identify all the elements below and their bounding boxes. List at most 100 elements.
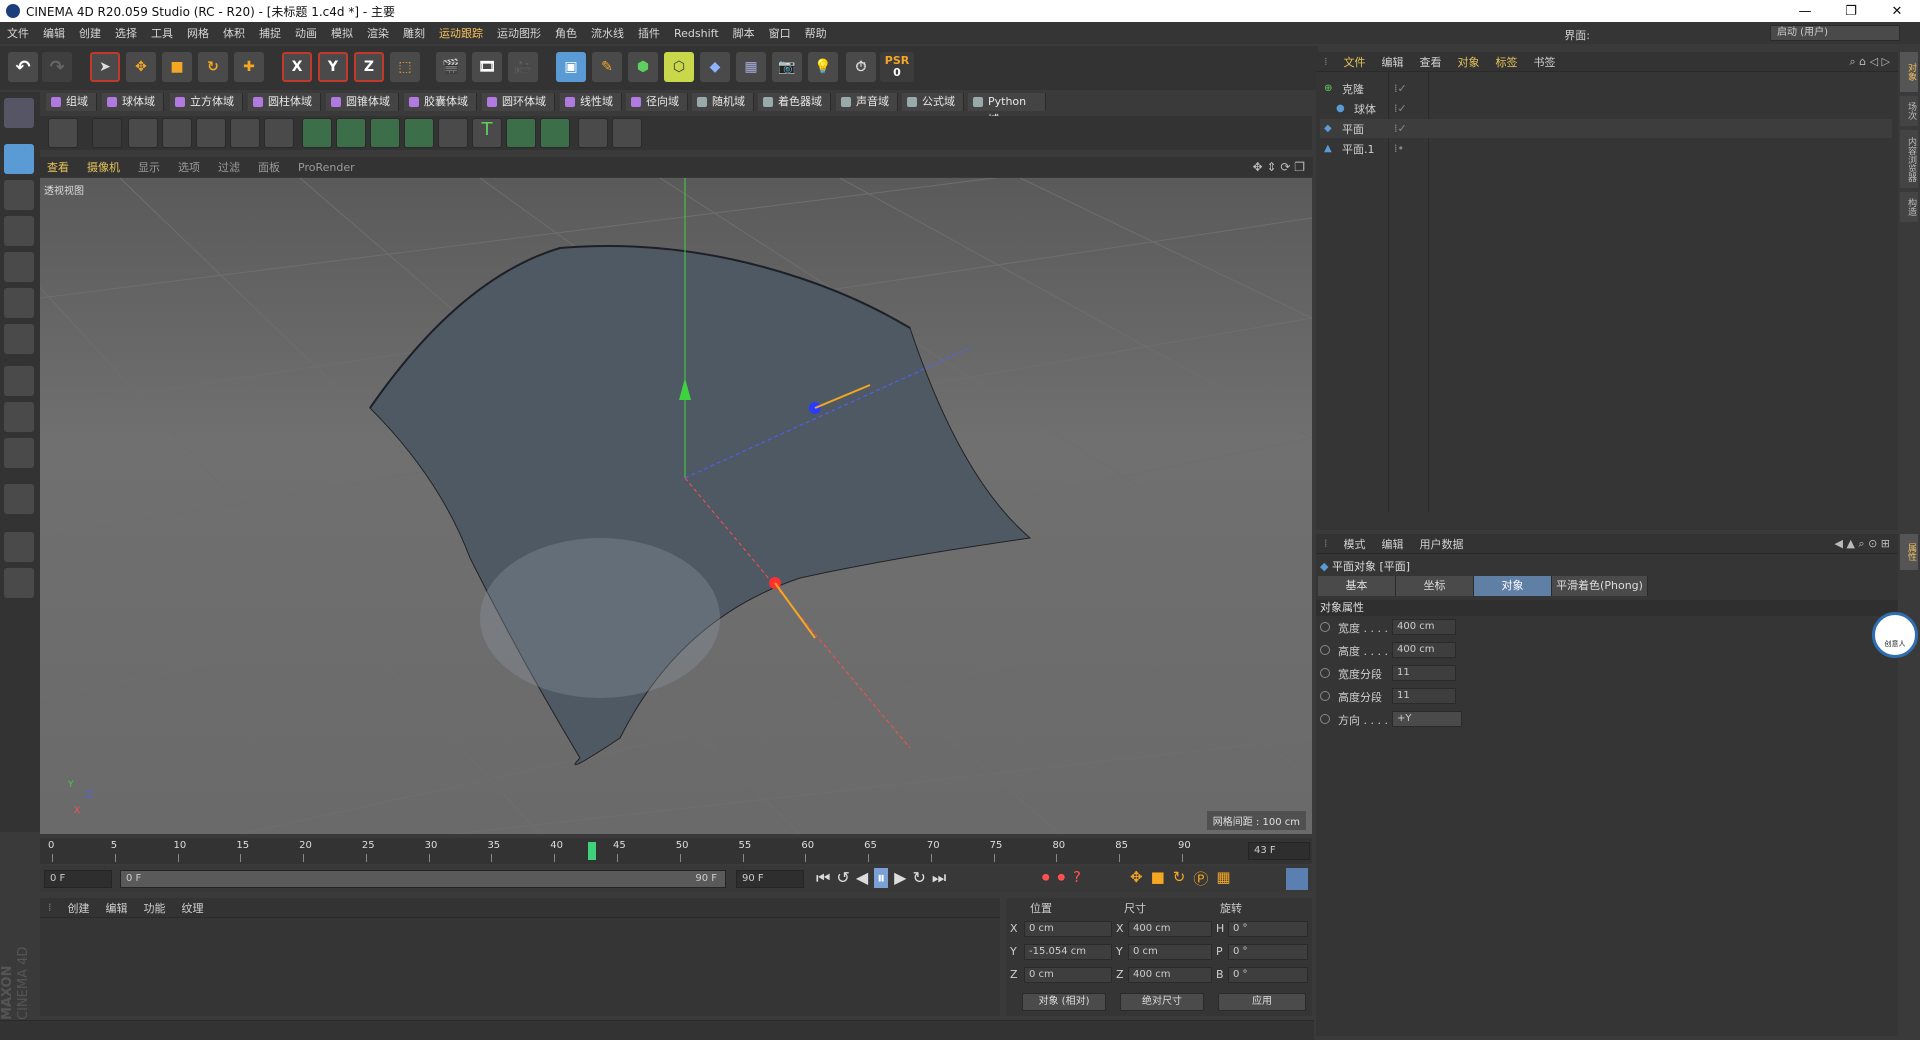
height-segments-field[interactable]: 11: [1392, 688, 1456, 704]
undo-icon[interactable]: ↶: [8, 52, 38, 82]
menu-select[interactable]: 选择: [108, 25, 144, 41]
side-tab-attributes[interactable]: 属性: [1900, 534, 1918, 570]
viewport-menu-cameras[interactable]: 摄像机: [78, 159, 129, 175]
obj-menu-edit[interactable]: 编辑: [1374, 54, 1412, 70]
menu-edit[interactable]: 编辑: [36, 25, 72, 41]
object-visibility-icon[interactable]: ⁞✓: [1394, 82, 1407, 95]
apply-button[interactable]: 应用: [1218, 993, 1306, 1011]
redo-icon[interactable]: ↷: [42, 52, 72, 82]
height-anim-dot[interactable]: [1320, 645, 1330, 655]
frame-range-slider[interactable]: 0 F 90 F: [120, 870, 726, 888]
live-select-icon[interactable]: [162, 118, 192, 148]
viewport-menu-filter[interactable]: 过滤: [209, 159, 249, 175]
menu-character[interactable]: 角色: [548, 25, 584, 41]
spline-icon[interactable]: [438, 118, 468, 148]
solo-icon[interactable]: [4, 438, 34, 468]
pen-icon[interactable]: ✎: [592, 52, 622, 82]
current-frame-field[interactable]: 43 F: [1248, 842, 1310, 860]
polygons-icon[interactable]: [4, 324, 34, 354]
object-row-cloner[interactable]: ⊕ 克隆 ⁞✓: [1320, 79, 1892, 98]
field-cylinder[interactable]: 圆柱体域: [248, 93, 321, 111]
menu-mograph[interactable]: 运动图形: [490, 25, 548, 41]
bridge-icon[interactable]: [404, 118, 434, 148]
make-editable-icon[interactable]: [4, 144, 34, 174]
height-segments-anim-dot[interactable]: [1320, 691, 1330, 701]
transform-icon[interactable]: ✚: [234, 52, 264, 82]
minimize-button[interactable]: —: [1782, 0, 1828, 22]
deformed-plane-mesh[interactable]: [369, 245, 1032, 766]
layout-select[interactable]: 启动 (用户): [1770, 25, 1900, 41]
extrude-nurbs-icon[interactable]: [506, 118, 536, 148]
bevel-icon[interactable]: [336, 118, 366, 148]
polygons-mode-icon[interactable]: [264, 118, 294, 148]
render-picture-viewer-icon[interactable]: 🎞: [472, 52, 502, 82]
deformer-icon[interactable]: ◆: [700, 52, 730, 82]
next-key-icon[interactable]: ↻: [912, 868, 925, 888]
field-sound[interactable]: 声音域: [836, 93, 898, 111]
obj-menu-bookmarks[interactable]: 书签: [1526, 54, 1564, 70]
timeline-toggle-icon[interactable]: [1286, 868, 1308, 890]
key-pla-icon[interactable]: ▦: [1216, 868, 1230, 889]
edges-mode-icon[interactable]: [230, 118, 260, 148]
text-icon[interactable]: T: [472, 118, 502, 148]
menu-pipeline[interactable]: 流水线: [584, 25, 631, 41]
viewport-menu-options[interactable]: 选项: [169, 159, 209, 175]
prev-frame-icon[interactable]: ◀: [856, 868, 868, 888]
coord-size-x-field[interactable]: 400 cm: [1128, 921, 1212, 937]
material-menu-edit[interactable]: 编辑: [98, 900, 136, 916]
play-pause-icon[interactable]: ⏸: [874, 868, 889, 888]
width-anim-dot[interactable]: [1320, 622, 1330, 632]
keyframe-selection-icon[interactable]: ?: [1073, 868, 1081, 886]
menu-file[interactable]: 文件: [0, 25, 36, 41]
edges-icon[interactable]: [4, 288, 34, 318]
viewport-menu-display[interactable]: 显示: [129, 159, 169, 175]
coord-size-z-field[interactable]: 400 cm: [1128, 967, 1212, 983]
axis-mode-icon[interactable]: [4, 366, 34, 396]
menu-help[interactable]: 帮助: [798, 25, 834, 41]
menu-simulate[interactable]: 模拟: [324, 25, 360, 41]
menu-mesh[interactable]: 网格: [180, 25, 216, 41]
viewport-nav-icon[interactable]: ✥ ⇕ ⟳ ❐: [1253, 160, 1305, 174]
side-tab-structure[interactable]: 构造: [1900, 192, 1918, 222]
camera-icon[interactable]: 📷: [772, 52, 802, 82]
object-row-sphere[interactable]: ● 球体 ⁞✓: [1320, 99, 1892, 118]
attr-menu-userdata[interactable]: 用户数据: [1412, 536, 1472, 552]
size-mode-dropdown[interactable]: 绝对尺寸: [1120, 993, 1204, 1011]
obj-menu-file[interactable]: 文件: [1336, 54, 1374, 70]
coord-pos-z-field[interactable]: 0 cm: [1024, 967, 1112, 983]
select-arrow-icon[interactable]: ➤: [90, 52, 120, 82]
close-button[interactable]: ✕: [1874, 0, 1920, 22]
menu-redshift[interactable]: Redshift: [667, 27, 726, 40]
field-torus[interactable]: 圆环体域: [482, 93, 555, 111]
obj-menu-view[interactable]: 查看: [1412, 54, 1450, 70]
side-tab-content-browser[interactable]: 内容浏览器: [1900, 130, 1918, 188]
x-scale-handle[interactable]: [774, 582, 816, 639]
field-cube[interactable]: 立方体域: [170, 93, 243, 111]
render-view-icon[interactable]: 🎬: [436, 52, 466, 82]
object-visibility-icon[interactable]: ⁞•: [1394, 142, 1404, 155]
viewport-menu-view[interactable]: 查看: [38, 159, 78, 175]
paint-icon[interactable]: [578, 118, 608, 148]
tab-phong[interactable]: 平滑着色(Phong): [1552, 576, 1648, 596]
rotate-icon[interactable]: ↻: [198, 52, 228, 82]
material-menu-create[interactable]: 创建: [60, 900, 98, 916]
object-row-plane[interactable]: ◆ 平面 ⁞✓: [1320, 119, 1892, 138]
perspective-viewport[interactable]: 透视视图 网格间距 : 100 cm Y Z X: [40, 178, 1312, 834]
xpresso-icon[interactable]: [612, 118, 642, 148]
playhead-marker[interactable]: [587, 842, 596, 860]
prev-key-icon[interactable]: ↺: [836, 868, 849, 888]
key-rotation-icon[interactable]: ↻: [1173, 868, 1186, 889]
menu-animate[interactable]: 动画: [288, 25, 324, 41]
side-tab-takes[interactable]: 场次: [1900, 96, 1918, 126]
tab-basic[interactable]: 基本: [1318, 576, 1396, 596]
key-scale-icon[interactable]: ■: [1151, 868, 1165, 889]
field-shader[interactable]: 着色器域: [758, 93, 831, 111]
workplane-snap-icon[interactable]: [4, 568, 34, 598]
key-param-icon[interactable]: Ⓟ: [1193, 868, 1208, 889]
menu-script[interactable]: 脚本: [726, 25, 762, 41]
object-visibility-icon[interactable]: ⁞✓: [1394, 122, 1407, 135]
axis-y-button[interactable]: Y: [318, 52, 348, 82]
coord-rot-p-field[interactable]: 0 °: [1228, 944, 1308, 960]
menu-volume[interactable]: 体积: [216, 25, 252, 41]
object-visibility-icon[interactable]: ⁞✓: [1394, 102, 1407, 115]
